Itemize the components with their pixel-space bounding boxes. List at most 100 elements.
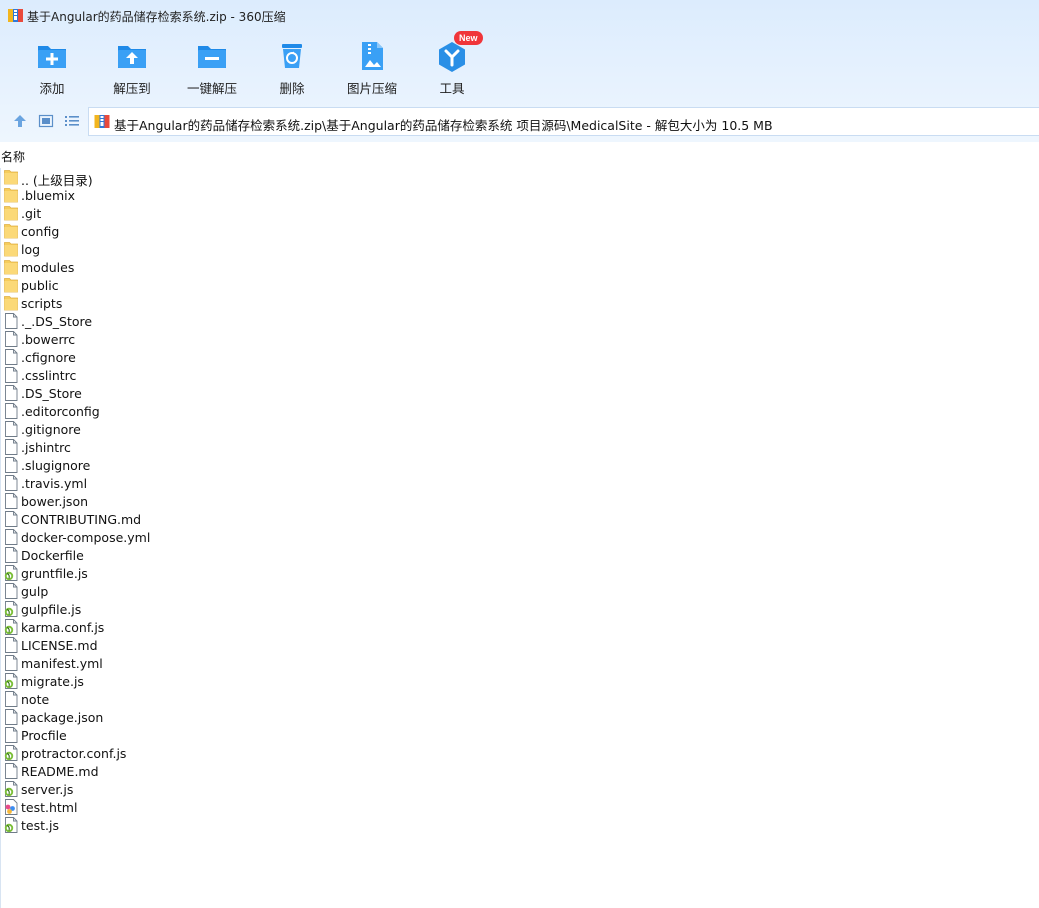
file-list-item[interactable]: .editorconfig	[0, 402, 320, 420]
file-name: .cfignore	[21, 350, 76, 365]
file-name: .editorconfig	[21, 404, 100, 419]
file-list-item[interactable]: migrate.js	[0, 672, 320, 690]
file-icon	[5, 457, 18, 473]
file-list-item[interactable]: Procfile	[0, 726, 320, 744]
file-list-item[interactable]: test.html	[0, 798, 320, 816]
file-list-item[interactable]: .gitignore	[0, 420, 320, 438]
file-list-item[interactable]: gruntfile.js	[0, 564, 320, 582]
folder-icon	[4, 224, 18, 239]
archive-app-icon	[8, 9, 23, 22]
file-name: public	[21, 278, 59, 293]
file-list-item[interactable]: .git	[0, 204, 320, 222]
file-list-item[interactable]: protractor.conf.js	[0, 744, 320, 762]
file-list-item[interactable]: config	[0, 222, 320, 240]
file-list-item[interactable]: log	[0, 240, 320, 258]
file-list-item[interactable]: package.json	[0, 708, 320, 726]
file-name: .jshintrc	[21, 440, 71, 455]
up-level-icon[interactable]	[12, 113, 28, 129]
list-view-icon[interactable]	[64, 113, 80, 129]
add-icon	[38, 46, 66, 68]
file-name: .csslintrc	[21, 368, 77, 383]
file-list-item[interactable]: README.md	[0, 762, 320, 780]
delete-button[interactable]: 删除	[252, 38, 332, 98]
file-list-item[interactable]: .jshintrc	[0, 438, 320, 456]
file-icon	[5, 403, 18, 419]
file-list-item[interactable]: gulp	[0, 582, 320, 600]
file-icon	[5, 385, 18, 401]
add-button[interactable]: 添加	[12, 38, 92, 98]
file-list-item[interactable]: note	[0, 690, 320, 708]
file-name: manifest.yml	[21, 656, 103, 671]
file-list-item[interactable]: karma.conf.js	[0, 618, 320, 636]
folder-icon	[4, 206, 18, 221]
file-list-item[interactable]: public	[0, 276, 320, 294]
file-name: ._.DS_Store	[21, 314, 93, 329]
file-name: .DS_Store	[21, 386, 82, 401]
folder-icon	[4, 296, 18, 311]
file-name: LICENSE.md	[21, 638, 98, 653]
file-icon	[5, 331, 18, 347]
file-list-item[interactable]: .slugignore	[0, 456, 320, 474]
extract-to-icon	[118, 46, 146, 68]
archive-icon	[94, 115, 110, 128]
file-list-item[interactable]: .bowerrc	[0, 330, 320, 348]
file-list-item[interactable]: CONTRIBUTING.md	[0, 510, 320, 528]
column-header-name-label: 名称	[1, 150, 26, 164]
column-header-name[interactable]: 名称	[0, 142, 1039, 168]
extract-to-button[interactable]: 解压到	[92, 38, 172, 98]
file-icon	[5, 655, 18, 671]
tools-label: 工具	[439, 81, 465, 96]
file-list-item[interactable]: .csslintrc	[0, 366, 320, 384]
file-icon	[5, 421, 18, 437]
file-icon	[5, 547, 18, 563]
js-file-icon	[4, 565, 18, 581]
folder-icon	[4, 278, 18, 293]
file-list-item[interactable]: ._.DS_Store	[0, 312, 320, 330]
file-list-item[interactable]: test.js	[0, 816, 320, 834]
add-label: 添加	[39, 81, 65, 96]
file-list-item[interactable]: .bluemix	[0, 186, 320, 204]
file-icon	[5, 637, 18, 653]
file-list-item[interactable]: docker-compose.yml	[0, 528, 320, 546]
delete-label: 删除	[279, 81, 305, 96]
file-list-item[interactable]: modules	[0, 258, 320, 276]
window-title: 基于Angular的药品储存检索系统.zip - 360压缩	[27, 10, 286, 24]
new-badge: New	[454, 31, 483, 45]
file-list-item[interactable]: LICENSE.md	[0, 636, 320, 654]
file-list-item[interactable]: server.js	[0, 780, 320, 798]
address-bar[interactable]: 基于Angular的药品储存检索系统.zip\基于Angular的药品储存检索系…	[88, 107, 1039, 136]
file-list-item[interactable]: .cfignore	[0, 348, 320, 366]
file-icon	[5, 439, 18, 455]
file-icon	[5, 763, 18, 779]
file-list-item[interactable]: Dockerfile	[0, 546, 320, 564]
file-icon	[5, 475, 18, 491]
file-name: test.html	[21, 800, 78, 815]
file-icon	[5, 583, 18, 599]
file-list-item[interactable]: gulpfile.js	[0, 600, 320, 618]
file-list-item[interactable]: bower.json	[0, 492, 320, 510]
image-compress-icon	[362, 42, 383, 70]
file-list-item[interactable]: .DS_Store	[0, 384, 320, 402]
tools-button[interactable]: New 工具	[412, 31, 492, 98]
file-list-item[interactable]: scripts	[0, 294, 320, 312]
address-row: 基于Angular的药品储存检索系统.zip\基于Angular的药品储存检索系…	[0, 106, 1039, 136]
file-list-item[interactable]: .. (上级目录)	[0, 168, 320, 188]
image-compress-button[interactable]: 图片压缩	[332, 38, 412, 98]
delete-icon	[282, 44, 302, 68]
file-name: docker-compose.yml	[21, 530, 151, 545]
folder-icon	[4, 242, 18, 257]
toolbar: 添加 解压到 一键解压 删除 图片压缩 New 工具	[12, 31, 492, 98]
file-name: Procfile	[21, 728, 67, 743]
file-name: .git	[21, 206, 42, 221]
one-click-extract-button[interactable]: 一键解压	[172, 38, 252, 98]
file-name: .bluemix	[21, 188, 76, 203]
file-name: gruntfile.js	[21, 566, 88, 581]
extract-to-label: 解压到	[113, 81, 151, 96]
file-list-item[interactable]: manifest.yml	[0, 654, 320, 672]
title-bar: 基于Angular的药品储存检索系统.zip - 360压缩	[0, 0, 1039, 32]
thumbnail-view-icon[interactable]	[38, 113, 54, 129]
file-name: gulpfile.js	[21, 602, 82, 617]
file-name: server.js	[21, 782, 74, 797]
file-list-item[interactable]: .travis.yml	[0, 474, 320, 492]
file-name: karma.conf.js	[21, 620, 105, 635]
